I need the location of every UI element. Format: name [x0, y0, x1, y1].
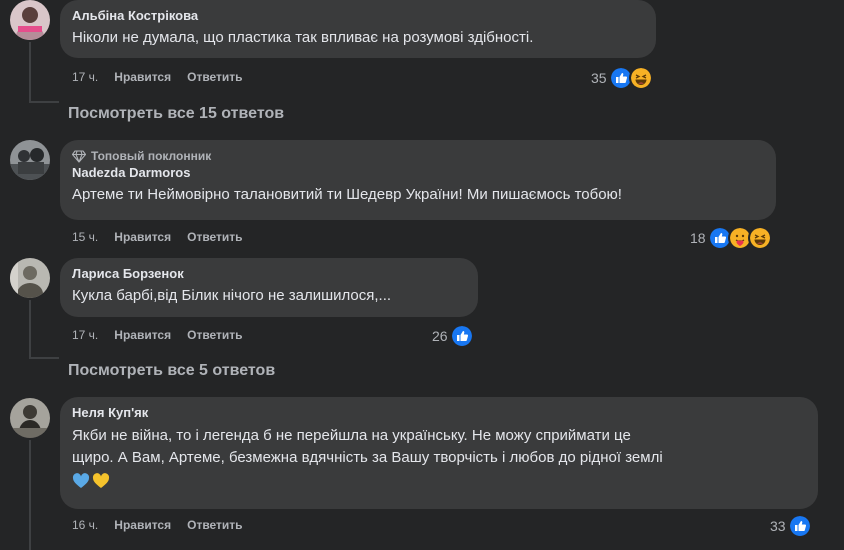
like-button[interactable]: Нравится [114, 327, 171, 343]
reaction-summary[interactable]: 33 [770, 514, 812, 538]
comment-actions: 16 ч. Нравится Ответить [72, 517, 243, 533]
like-reaction-icon [787, 514, 812, 538]
avatar[interactable] [10, 398, 50, 438]
yellow-heart-icon [92, 473, 110, 488]
comment-bubble: Альбіна Кострікова Ніколи не думала, що … [60, 0, 656, 58]
view-replies-link[interactable]: Посмотреть все 15 ответов [68, 104, 284, 124]
comment-text: Якби не війна, то і легенда б не перейшл… [72, 425, 806, 489]
haha-reaction-icon [628, 66, 653, 90]
comment-author[interactable]: Nadezda Darmoros [72, 165, 764, 181]
comment-text: Артеме ти Неймовірно талановитий ти Шеде… [72, 186, 622, 203]
reaction-summary[interactable]: 18 [690, 226, 772, 250]
avatar[interactable] [10, 140, 50, 180]
thread-line [29, 300, 31, 358]
comment-author[interactable]: Неля Куп'як [72, 405, 806, 421]
diamond-icon [72, 149, 86, 163]
reaction-count: 26 [432, 328, 448, 344]
comment-author[interactable]: Альбіна Кострікова [72, 8, 644, 24]
comment-text: Кукла барбі,від Білик нічого не залишило… [72, 287, 392, 304]
comment-author[interactable]: Лариса Борзенок [72, 266, 466, 282]
reaction-summary[interactable]: 26 [432, 324, 474, 348]
comment-text: Ніколи не думала, що пластика так вплива… [72, 29, 534, 46]
view-replies-link[interactable]: Посмотреть все 5 ответов [68, 361, 275, 381]
comment-text-line: Якби не війна, то і легенда б не перейшл… [72, 427, 631, 444]
reply-button[interactable]: Ответить [187, 517, 242, 533]
comment-time[interactable]: 17 ч. [72, 69, 98, 85]
avatar[interactable] [10, 0, 50, 40]
like-button[interactable]: Нравится [114, 69, 171, 85]
comment-text-line: щиро. А Вам, Артеме, безмежна вдячність … [72, 449, 663, 466]
reaction-count: 35 [591, 70, 607, 86]
reply-button[interactable]: Ответить [187, 69, 242, 85]
comment-bubble: Неля Куп'як Якби не війна, то і легенда … [60, 397, 818, 509]
comment-time[interactable]: 16 ч. [72, 517, 98, 533]
avatar[interactable] [10, 258, 50, 298]
emoji-group [72, 473, 806, 489]
reaction-count: 33 [770, 518, 786, 534]
comment-actions: 17 ч. Нравится Ответить [72, 69, 243, 85]
reply-button[interactable]: Ответить [187, 327, 242, 343]
like-button[interactable]: Нравится [114, 229, 171, 245]
like-button[interactable]: Нравится [114, 517, 171, 533]
comment-actions: 15 ч. Нравится Ответить [72, 229, 243, 245]
badge-label: Топовый поклонник [91, 149, 212, 163]
comment-actions: 17 ч. Нравится Ответить [72, 327, 243, 343]
reaction-count: 18 [690, 230, 706, 246]
comment-time[interactable]: 15 ч. [72, 229, 98, 245]
thread-line [29, 440, 31, 550]
comment-bubble: Лариса Борзенок Кукла барбі,від Білик ні… [60, 258, 478, 317]
blue-heart-icon [72, 473, 90, 488]
comment-bubble: Топовый поклонник Nadezda Darmoros Артем… [60, 140, 776, 220]
haha-reaction-icon [747, 226, 772, 250]
reaction-summary[interactable]: 35 [591, 66, 653, 90]
thread-line-curve [29, 101, 59, 103]
reply-button[interactable]: Ответить [187, 229, 242, 245]
thread-line-curve [29, 357, 59, 359]
top-fan-badge[interactable]: Топовый поклонник [72, 149, 764, 163]
comment-time[interactable]: 17 ч. [72, 327, 98, 343]
like-reaction-icon [449, 324, 474, 348]
thread-line [29, 42, 31, 102]
